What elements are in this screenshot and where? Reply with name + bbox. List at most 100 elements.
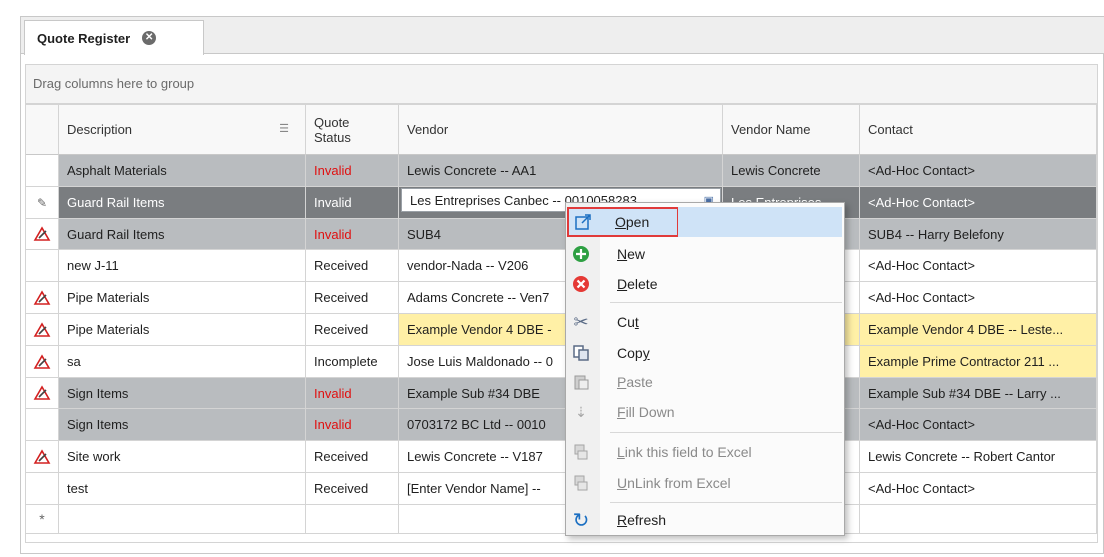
column-header-vendor[interactable]: Vendor <box>399 105 723 155</box>
menu-item-label: Delete <box>617 276 658 292</box>
cell-quote-status-text: Received <box>314 481 369 496</box>
cell-description[interactable]: Pipe Materials <box>59 282 306 314</box>
cell-description-text: sa <box>67 354 81 369</box>
cell-contact[interactable]: Example Vendor 4 DBE -- Leste... <box>860 314 1097 346</box>
menu-item-label: Paste <box>617 374 653 390</box>
cell-contact-text: Example Sub #34 DBE -- Larry ... <box>868 385 1061 401</box>
menu-item-label: Refresh <box>617 512 667 528</box>
column-header-label: Vendor Name <box>731 122 811 137</box>
cell-description[interactable]: test <box>59 473 306 505</box>
cell-quote-status[interactable]: Invalid <box>306 187 399 219</box>
cell-quote-status[interactable]: Invalid <box>306 378 399 409</box>
column-header-label: Vendor <box>407 122 449 137</box>
new-row-cell[interactable] <box>860 505 1097 534</box>
menu-item-label: Link this field to Excel <box>617 444 752 460</box>
tab-quote-register[interactable]: Quote Register ✕ <box>24 20 204 55</box>
cell-vendor-text: SUB4 <box>407 226 441 242</box>
new-row-indicator[interactable]: * <box>26 505 59 534</box>
cell-description-text: Pipe Materials <box>67 290 150 305</box>
menu-item-cut[interactable]: ✂ Cut <box>567 307 843 337</box>
cell-description-text: Sign Items <box>67 417 129 432</box>
fill-down-icon: ⇣ <box>575 403 587 420</box>
cell-description[interactable]: Pipe Materials <box>59 314 306 346</box>
cell-vendor-text: 0703172 BC Ltd -- 0010 <box>407 417 546 432</box>
cell-quote-status[interactable]: Invalid <box>306 155 399 187</box>
excel-link-icon <box>567 443 595 461</box>
cell-quote-status[interactable]: Received <box>306 314 399 346</box>
cell-quote-status[interactable]: Received <box>306 282 399 314</box>
new-row-cell[interactable] <box>59 505 306 534</box>
cell-quote-status[interactable]: Received <box>306 473 399 505</box>
cell-contact[interactable]: <Ad-Hoc Contact> <box>860 282 1097 314</box>
cell-contact[interactable]: Example Prime Contractor 211 ... <box>860 346 1097 378</box>
column-header-description[interactable]: Description ☰ <box>59 105 306 155</box>
cell-vendor-text: [Enter Vendor Name] -- <box>407 481 541 496</box>
menu-item-new[interactable]: New <box>567 239 843 269</box>
menu-item-label: New <box>617 246 646 262</box>
cell-vendor-name[interactable]: Lewis Concrete <box>723 155 860 187</box>
menu-item-open[interactable]: Open <box>567 207 679 237</box>
cell-description[interactable]: Sign Items <box>59 409 306 441</box>
cell-contact[interactable]: <Ad-Hoc Contact> <box>860 250 1097 282</box>
close-icon[interactable]: ✕ <box>142 31 157 45</box>
cell-contact[interactable]: <Ad-Hoc Contact> <box>860 155 1097 187</box>
cell-contact[interactable]: <Ad-Hoc Contact> <box>860 187 1097 219</box>
open-icon <box>569 213 597 231</box>
cell-vendor-text: Jose Luis Maldonado -- 0 <box>407 354 553 369</box>
row-error-icon[interactable] <box>26 282 59 314</box>
cell-description[interactable]: new J-11 <box>59 250 306 282</box>
column-header-vendor-name[interactable]: Vendor Name <box>723 105 860 155</box>
menu-item-label: Open <box>615 214 650 230</box>
cell-contact[interactable]: SUB4 -- Harry Belefony <box>860 219 1097 250</box>
column-header-label: Quote Status <box>314 114 351 145</box>
menu-item-copy[interactable]: Copy <box>567 338 843 368</box>
row-error-icon[interactable] <box>26 346 59 378</box>
row-error-icon[interactable] <box>26 314 59 346</box>
cell-contact[interactable]: Example Sub #34 DBE -- Larry ... <box>860 378 1097 409</box>
row-error-icon[interactable] <box>26 219 59 250</box>
edit-pencil-icon[interactable]: ✎ <box>26 187 59 219</box>
cell-contact-text: SUB4 -- Harry Belefony <box>868 226 1004 242</box>
row-indicator[interactable] <box>26 250 59 282</box>
group-panel[interactable]: Drag columns here to group <box>25 64 1098 104</box>
row-indicator[interactable] <box>26 473 59 505</box>
cell-vendor[interactable]: Lewis Concrete -- AA1 <box>399 155 723 187</box>
cell-description[interactable]: Guard Rail Items <box>59 187 306 219</box>
cell-vendor-text: Example Vendor 4 DBE - <box>407 322 552 337</box>
cell-quote-status-text: Invalid <box>314 163 352 178</box>
row-indicator[interactable] <box>26 155 59 187</box>
menu-item-unlink-excel[interactable]: UnLink from Excel <box>567 468 843 498</box>
menu-item-paste[interactable]: Paste <box>567 367 843 397</box>
row-error-icon[interactable] <box>26 378 59 409</box>
cell-description[interactable]: sa <box>59 346 306 378</box>
cell-quote-status[interactable]: Incomplete <box>306 346 399 378</box>
menu-item-link-excel[interactable]: Link this field to Excel <box>567 437 843 467</box>
cell-quote-status[interactable]: Invalid <box>306 219 399 250</box>
row-error-icon[interactable] <box>26 441 59 473</box>
menu-item-fill-down[interactable]: ⇣ Fill Down <box>567 397 843 427</box>
cell-description-text: Site work <box>67 449 121 464</box>
row-indicator[interactable] <box>26 409 59 441</box>
cell-quote-status[interactable]: Received <box>306 441 399 473</box>
cell-vendor-text: Example Sub #34 DBE <box>407 385 540 401</box>
menu-item-refresh[interactable]: ↻ Refresh <box>567 505 843 535</box>
cell-description[interactable]: Site work <box>59 441 306 473</box>
menu-item-label: Copy <box>617 345 650 361</box>
sort-icon[interactable]: ☰ <box>279 122 289 137</box>
cell-description[interactable]: Sign Items <box>59 378 306 409</box>
cell-contact[interactable]: <Ad-Hoc Contact> <box>860 473 1097 505</box>
cell-contact[interactable]: Lewis Concrete -- Robert Cantor <box>860 441 1097 473</box>
cell-contact[interactable]: <Ad-Hoc Contact> <box>860 409 1097 441</box>
cell-quote-status[interactable]: Invalid <box>306 409 399 441</box>
cell-contact-text: Lewis Concrete -- Robert Cantor <box>868 449 1056 464</box>
column-header-quote-status[interactable]: Quote Status <box>306 105 399 155</box>
cell-contact-text: <Ad-Hoc Contact> <box>868 163 975 178</box>
scissors-icon: ✂ <box>573 311 589 332</box>
column-header-contact[interactable]: Contact <box>860 105 1097 155</box>
new-row-cell[interactable] <box>306 505 399 534</box>
cell-description-text: new J-11 <box>67 258 119 273</box>
menu-item-delete[interactable]: Delete <box>567 269 843 299</box>
cell-description[interactable]: Guard Rail Items <box>59 219 306 250</box>
cell-quote-status[interactable]: Received <box>306 250 399 282</box>
cell-description[interactable]: Asphalt Materials <box>59 155 306 187</box>
